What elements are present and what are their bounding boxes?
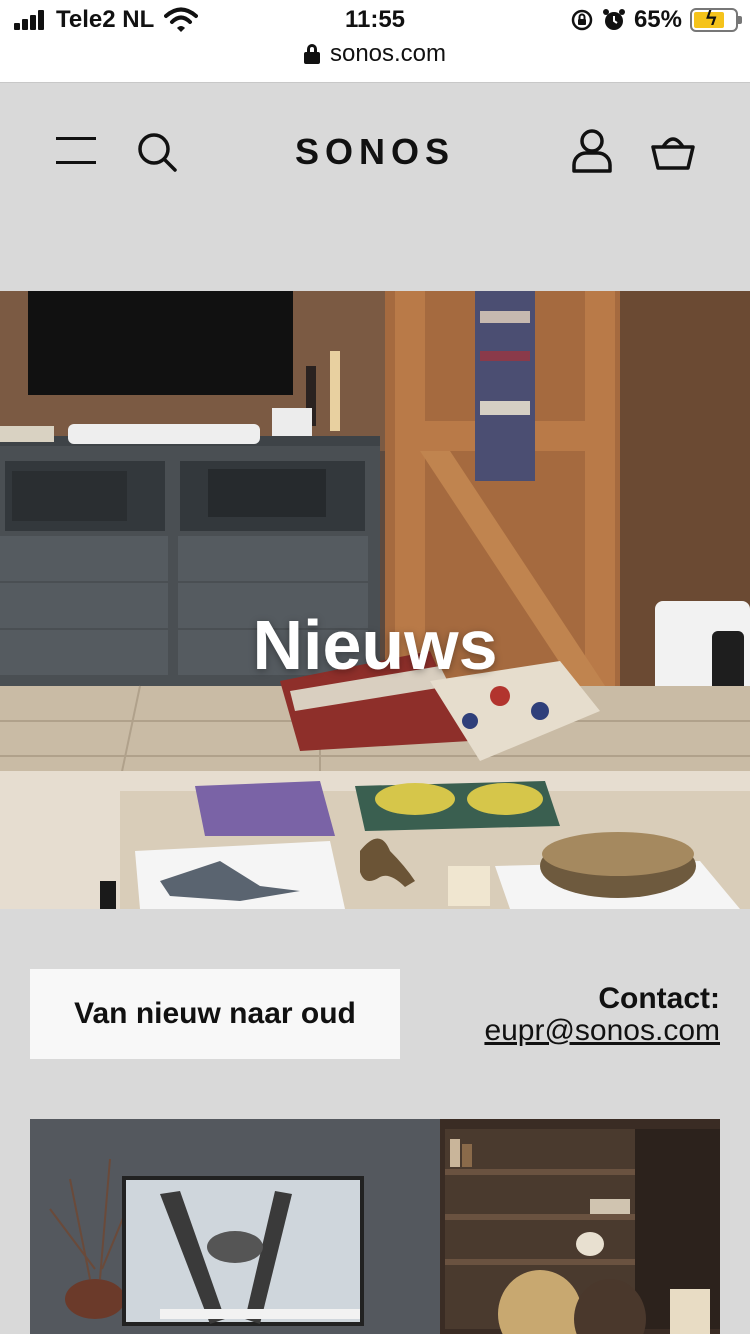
- contact-block: Contact: eupr@sonos.com: [484, 982, 720, 1048]
- sonos-logo[interactable]: SONOS: [0, 131, 750, 173]
- contact-email-link[interactable]: eupr@sonos.com: [484, 1014, 720, 1048]
- url-domain: sonos.com: [329, 40, 447, 67]
- status-bar: Tele2 NL 11:55 65% ϟ: [0, 0, 750, 40]
- hero-image: [0, 291, 750, 909]
- alarm-clock-icon: [602, 9, 625, 30]
- sort-order-button[interactable]: Van nieuw naar oud: [30, 969, 400, 1059]
- article-image: [30, 1119, 720, 1334]
- rotation-lock-icon: [571, 9, 593, 31]
- page-title: Nieuws: [252, 606, 498, 684]
- contact-label: Contact:: [598, 982, 720, 1015]
- cart-icon[interactable]: [650, 133, 696, 171]
- article-card[interactable]: [30, 1119, 720, 1334]
- battery-percentage: 65%: [633, 6, 682, 33]
- account-icon[interactable]: [572, 129, 612, 173]
- battery-icon: ϟ: [690, 8, 742, 32]
- hero-banner: Nieuws: [0, 291, 750, 909]
- site-header: SONOS: [0, 83, 750, 291]
- lock-icon: [303, 44, 320, 64]
- url-bar[interactable]: sonos.com: [0, 40, 750, 83]
- status-indicators: 65% ϟ: [570, 6, 742, 34]
